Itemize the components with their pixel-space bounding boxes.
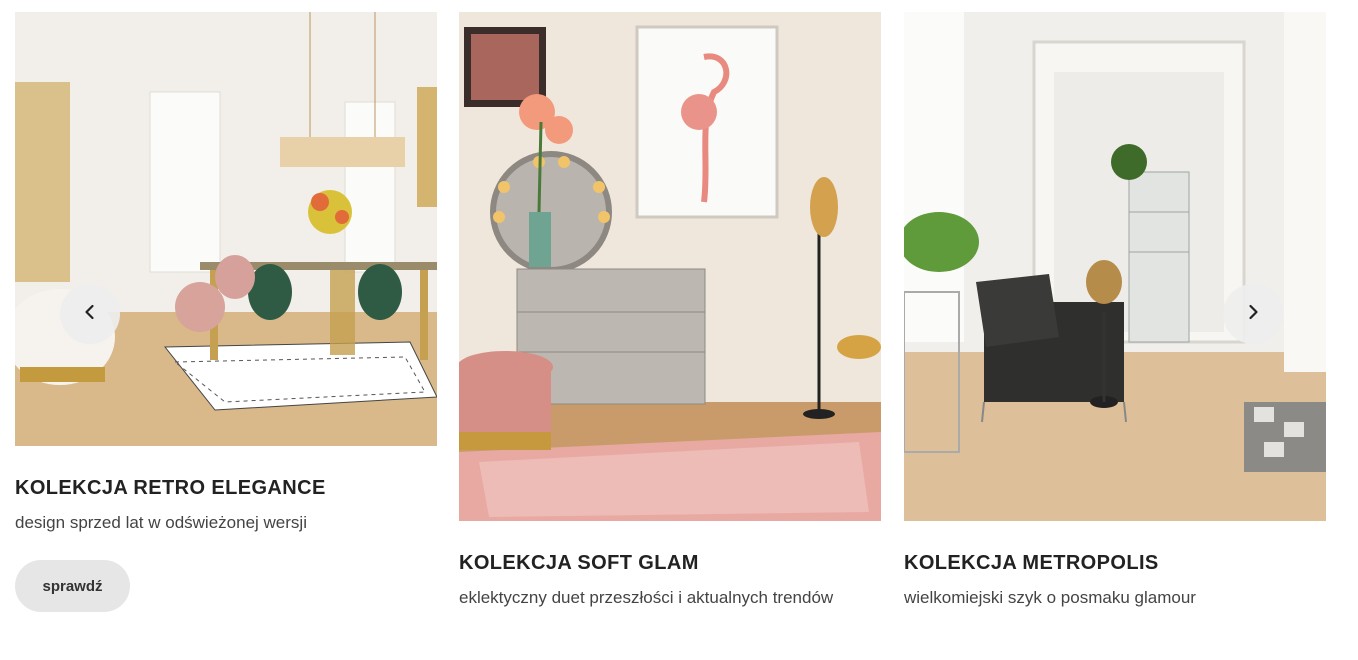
collection-image-retro-elegance[interactable]: [15, 12, 437, 446]
collection-image-metropolis[interactable]: [904, 12, 1326, 521]
collection-image-soft-glam[interactable]: [459, 12, 881, 521]
chevron-left-icon: [81, 303, 99, 326]
collection-title: KOLEKCJA RETRO ELEGANCE: [15, 477, 326, 499]
collection-subtitle: design sprzed lat w odświeżonej wersji: [15, 513, 307, 532]
collection-subtitle: eklektyczny duet przeszłości i aktualnyc…: [459, 588, 834, 607]
collection-title: KOLEKCJA SOFT GLAM: [459, 552, 699, 574]
collection-title: KOLEKCJA METROPOLIS: [904, 552, 1159, 574]
carousel-next-button[interactable]: [1223, 284, 1283, 344]
chevron-right-icon: [1244, 303, 1262, 326]
collection-subtitle: wielkomiejski szyk o posmaku glamour: [904, 588, 1196, 607]
check-button[interactable]: sprawdź: [15, 560, 130, 612]
carousel-prev-button[interactable]: [60, 284, 120, 344]
collection-card-soft-glam[interactable]: KOLEKCJA SOFT GLAM eklektyczny duet prze…: [459, 12, 881, 609]
